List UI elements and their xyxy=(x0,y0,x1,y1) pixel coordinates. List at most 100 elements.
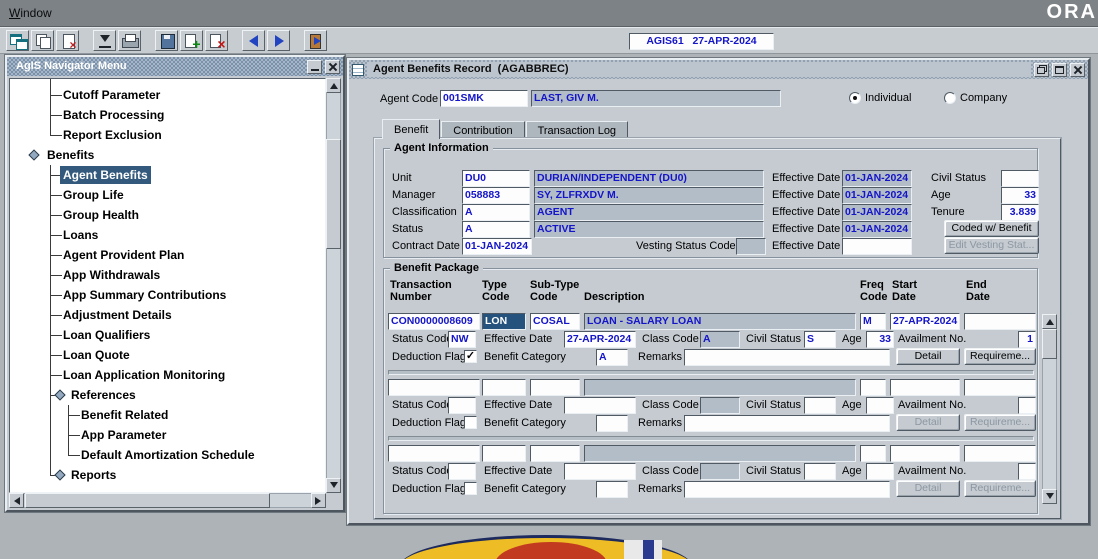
individual-radio[interactable]: Individual xyxy=(849,92,911,104)
navigator-vscrollbar[interactable] xyxy=(326,78,341,493)
transaction-number-field[interactable]: CON0000008609 xyxy=(388,313,480,330)
previous-record-button[interactable] xyxy=(242,30,265,51)
clear-form-button[interactable] xyxy=(56,30,79,51)
benefit-scroll-up-button[interactable] xyxy=(1042,314,1057,329)
tree-item-cutoff-parameter[interactable]: Cutoff Parameter xyxy=(60,86,163,104)
navigator-close-button[interactable] xyxy=(325,60,340,74)
record-close-button[interactable] xyxy=(1070,63,1085,77)
freq-code-field[interactable] xyxy=(860,445,886,462)
tab-benefit[interactable]: Benefit xyxy=(382,119,440,139)
tree-item-app-parameter[interactable]: App Parameter xyxy=(78,426,169,444)
coded-with-benefit-button[interactable]: Coded w/ Benefit xyxy=(944,220,1039,237)
row-status-code-field[interactable] xyxy=(448,397,476,414)
scroll-down-button[interactable] xyxy=(326,478,341,493)
vscroll-thumb[interactable] xyxy=(326,139,341,249)
subtype-code-field[interactable] xyxy=(530,445,580,462)
tree-item-agent-provident-plan[interactable]: Agent Provident Plan xyxy=(60,246,187,264)
subtype-code-field[interactable]: COSAL xyxy=(530,313,580,330)
row-status-code-field[interactable] xyxy=(448,463,476,480)
deduction-flag-checkbox[interactable] xyxy=(464,416,477,429)
tree-item-default-amortization-schedule[interactable]: Default Amortization Schedule xyxy=(78,446,258,464)
start-date-field[interactable] xyxy=(890,379,960,396)
row-effective-date-field[interactable] xyxy=(564,463,636,480)
benefit-scroll-down-button[interactable] xyxy=(1042,489,1057,504)
benefit-category-field[interactable] xyxy=(596,415,628,432)
row-status-code-field[interactable]: NW xyxy=(448,331,476,348)
tab-contribution[interactable]: Contribution xyxy=(441,121,524,139)
tree-item-app-summary-contributions[interactable]: App Summary Contributions xyxy=(60,286,229,304)
benefit-category-field[interactable]: A xyxy=(596,349,628,366)
subtype-code-field[interactable] xyxy=(530,379,580,396)
deduction-flag-checkbox[interactable] xyxy=(464,482,477,495)
tree-item-benefit-related[interactable]: Benefit Related xyxy=(78,406,171,424)
freq-code-field[interactable]: M xyxy=(860,313,886,330)
tree-node-icon[interactable] xyxy=(28,149,39,160)
type-code-field[interactable]: LON xyxy=(482,313,526,330)
end-date-field[interactable] xyxy=(964,313,1036,330)
tree-item-loans[interactable]: Loans xyxy=(60,226,101,244)
row-civil-status-field[interactable] xyxy=(804,463,836,480)
benefit-scroll-thumb[interactable] xyxy=(1042,329,1057,359)
record-titlebar[interactable]: Agent Benefits Record (AGABBREC) xyxy=(349,60,1088,79)
civil-status-field[interactable] xyxy=(1001,170,1039,187)
remarks-field[interactable] xyxy=(684,349,890,366)
end-date-field[interactable] xyxy=(964,445,1036,462)
tree-item-benefits[interactable]: Benefits xyxy=(44,146,97,164)
tree-item-adjustment-details[interactable]: Adjustment Details xyxy=(60,306,175,324)
next-record-button[interactable] xyxy=(267,30,290,51)
row-civil-status-field[interactable] xyxy=(804,397,836,414)
navigator-titlebar[interactable]: AgIS Navigator Menu xyxy=(7,57,343,76)
benefit-scrollbar[interactable] xyxy=(1042,314,1057,504)
tab-transaction-log[interactable]: Transaction Log xyxy=(526,121,628,139)
scroll-left-button[interactable] xyxy=(9,493,24,508)
tree-item-agent-benefits[interactable]: Agent Benefits xyxy=(60,166,151,184)
age-field[interactable]: 33 xyxy=(1001,187,1039,204)
navigator-hscrollbar[interactable] xyxy=(9,493,326,508)
row-age-field[interactable] xyxy=(866,463,894,480)
detail-button[interactable]: Detail xyxy=(896,348,960,365)
availment-no-field[interactable] xyxy=(1018,463,1036,480)
tree-item-app-withdrawals[interactable]: App Withdrawals xyxy=(60,266,163,284)
type-code-field[interactable] xyxy=(482,379,526,396)
tree-node-icon[interactable] xyxy=(54,469,65,480)
start-date-field[interactable] xyxy=(890,445,960,462)
manager-code-field[interactable]: 058883 xyxy=(462,187,530,204)
copy-button[interactable] xyxy=(31,30,54,51)
navigator-minimize-button[interactable] xyxy=(307,60,322,74)
transaction-number-field[interactable] xyxy=(388,445,480,462)
record-maximize-button[interactable] xyxy=(1052,63,1067,77)
scroll-right-button[interactable] xyxy=(311,493,326,508)
exit-button[interactable] xyxy=(304,30,327,51)
delete-record-button[interactable] xyxy=(205,30,228,51)
tenure-field[interactable]: 3.839 xyxy=(1001,204,1039,221)
tree-item-group-life[interactable]: Group Life xyxy=(60,186,127,204)
tree-item-loan-quote[interactable]: Loan Quote xyxy=(60,346,133,364)
cascade-windows-button[interactable] xyxy=(6,30,29,51)
tree-item-report-exclusion[interactable]: Report Exclusion xyxy=(60,126,165,144)
remarks-field[interactable] xyxy=(684,481,890,498)
unit-code-field[interactable]: DU0 xyxy=(462,170,530,187)
remarks-field[interactable] xyxy=(684,415,890,432)
start-date-field[interactable]: 27-APR-2024 xyxy=(890,313,960,330)
tree-item-group-health[interactable]: Group Health xyxy=(60,206,142,224)
tree-item-reports[interactable]: Reports xyxy=(68,466,119,484)
freq-code-field[interactable] xyxy=(860,379,886,396)
status-code-field[interactable]: A xyxy=(462,221,530,238)
transaction-number-field[interactable] xyxy=(388,379,480,396)
hscroll-thumb[interactable] xyxy=(25,493,270,508)
tree-node-icon[interactable] xyxy=(54,389,65,400)
end-date-field[interactable] xyxy=(964,379,1036,396)
row-effective-date-field[interactable] xyxy=(564,397,636,414)
deduction-flag-checkbox[interactable]: ✓ xyxy=(464,350,477,363)
tree-item-references[interactable]: References xyxy=(68,386,139,404)
record-restore-button[interactable] xyxy=(1034,63,1049,77)
scroll-up-button[interactable] xyxy=(326,78,341,93)
tree-item-loan-qualifiers[interactable]: Loan Qualifiers xyxy=(60,326,153,344)
type-code-field[interactable] xyxy=(482,445,526,462)
classification-code-field[interactable]: A xyxy=(462,204,530,221)
company-radio[interactable]: Company xyxy=(944,92,1007,104)
row-effective-date-field[interactable]: 27-APR-2024 xyxy=(564,331,636,348)
requirements-button[interactable]: Requireme... xyxy=(964,348,1036,365)
row-age-field[interactable]: 33 xyxy=(866,331,894,348)
save-button[interactable] xyxy=(155,30,178,51)
